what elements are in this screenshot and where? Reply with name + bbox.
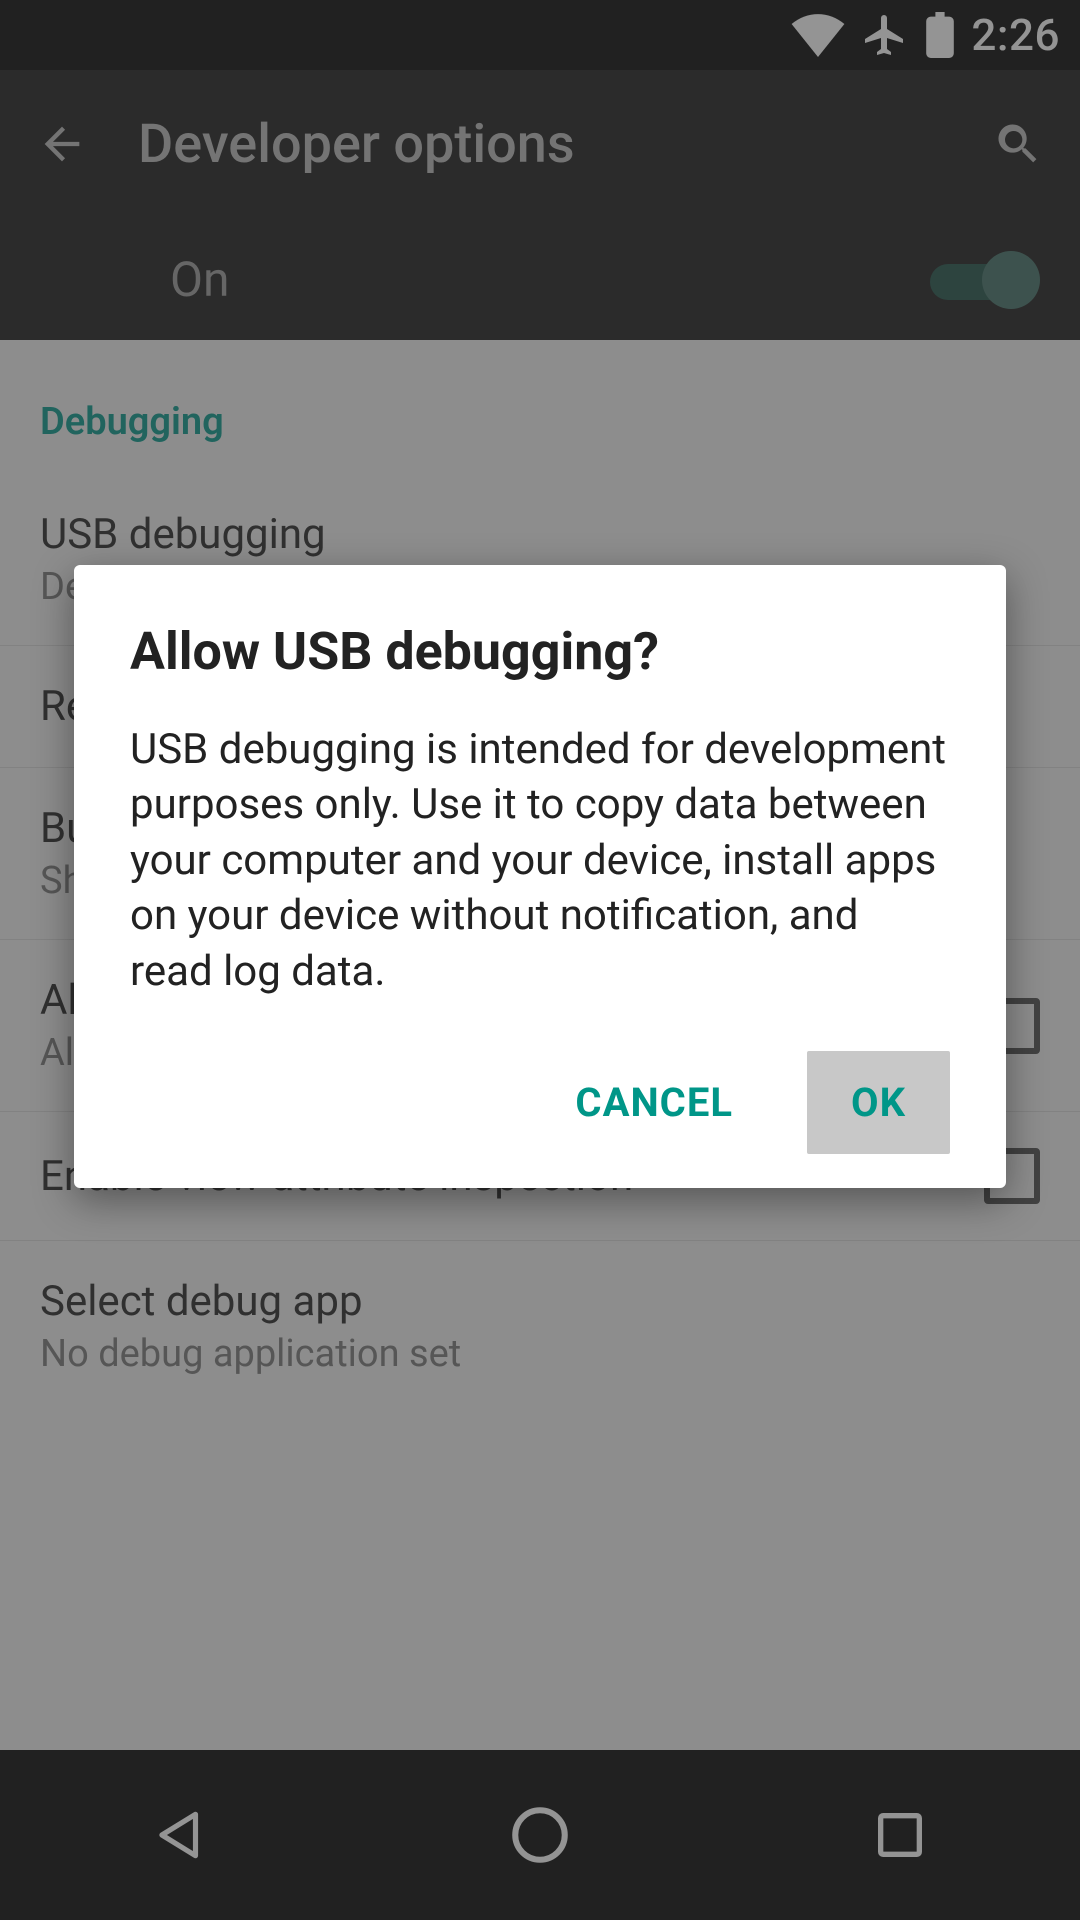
screen-root: 2:26 Developer options On Debugging USB … xyxy=(0,0,1080,1920)
dialog-actions: CANCEL OK xyxy=(130,1051,950,1154)
usb-debugging-dialog: Allow USB debugging? USB debugging is in… xyxy=(74,565,1006,1188)
ok-button[interactable]: OK xyxy=(807,1051,950,1154)
dialog-body: USB debugging is intended for developmen… xyxy=(130,722,950,999)
dialog-title: Allow USB debugging? xyxy=(130,621,950,682)
cancel-button[interactable]: CANCEL xyxy=(531,1051,777,1154)
